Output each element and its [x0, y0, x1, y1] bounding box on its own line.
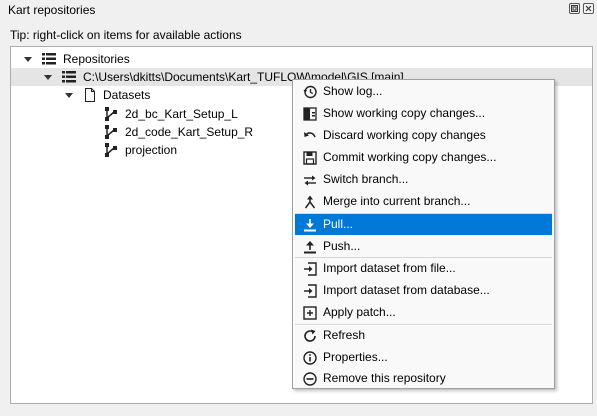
database-list-icon [62, 71, 76, 83]
menu-item-apply-patch[interactable]: Apply patch... [295, 302, 552, 323]
menu-item-label: Show working copy changes... [323, 106, 486, 120]
expand-arrow-icon[interactable] [65, 93, 73, 98]
menu-item-show-working-copy-changes[interactable]: Show working copy changes... [295, 103, 552, 124]
context-menu: Show log... Show working copy changes...… [292, 79, 555, 389]
menu-item-push[interactable]: Push... [295, 236, 552, 257]
tree-dataset-label: 2d_code_Kart_Setup_R [125, 125, 254, 139]
save-icon [303, 151, 317, 165]
import-icon [304, 262, 317, 276]
tree-dataset-label: 2d_bc_Kart_Setup_L [125, 107, 238, 121]
menu-item-switch-branch[interactable]: Switch branch... [295, 169, 552, 190]
expand-arrow-icon[interactable] [44, 75, 52, 80]
tree-dataset-item[interactable]: 2d_code_Kart_Setup_R [11, 123, 291, 141]
database-list-icon [42, 53, 56, 65]
float-icon[interactable] [569, 3, 580, 14]
document-icon [85, 88, 95, 102]
refresh-icon [304, 329, 316, 342]
merge-icon [304, 195, 316, 209]
tree-dataset-item[interactable]: 2d_bc_Kart_Setup_L [11, 105, 291, 123]
polyline-icon [105, 107, 117, 121]
tree-root-repositories[interactable]: Repositories [11, 50, 592, 68]
pull-icon [304, 219, 316, 232]
menu-item-label: Merge into current branch... [323, 194, 471, 208]
tree-datasets-row[interactable]: Datasets [11, 86, 291, 104]
history-icon [303, 85, 317, 99]
menu-item-remove-this-repository[interactable]: Remove this repository [295, 368, 552, 389]
menu-item-label: Pull... [323, 217, 354, 231]
menu-item-import-dataset-from-file[interactable]: Import dataset from file... [295, 258, 552, 279]
tree-root-label: Repositories [63, 52, 130, 66]
menu-item-label: Switch branch... [323, 172, 409, 186]
menu-item-label: Import dataset from file... [323, 261, 456, 275]
import-icon [304, 284, 317, 298]
undo-icon [304, 132, 316, 138]
expand-arrow-icon[interactable] [24, 57, 32, 62]
menu-item-label: Discard working copy changes [323, 128, 486, 142]
info-icon [303, 351, 317, 365]
menu-item-label: Show log... [323, 84, 383, 98]
menu-item-label: Apply patch... [323, 305, 396, 319]
tree-dataset-item[interactable]: projection [11, 141, 291, 159]
menu-item-show-log[interactable]: Show log... [295, 81, 552, 102]
menu-item-import-dataset-from-database[interactable]: Import dataset from database... [295, 280, 552, 301]
menu-item-merge-into-current-branch[interactable]: Merge into current branch... [295, 191, 552, 212]
menu-item-label: Remove this repository [323, 371, 446, 385]
menu-item-label: Properties... [323, 350, 388, 364]
close-icon[interactable] [583, 3, 594, 14]
tree-datasets-label: Datasets [103, 88, 151, 102]
tree-dataset-label: projection [125, 143, 178, 157]
polyline-icon [105, 125, 117, 139]
menu-item-commit-working-copy-changes[interactable]: Commit working copy changes... [295, 147, 552, 168]
polyline-icon [105, 143, 117, 157]
push-icon [304, 241, 316, 254]
tip-text: Tip: right-click on items for available … [10, 28, 242, 42]
window-title: Kart repositories [8, 3, 96, 17]
diff-icon [303, 107, 317, 121]
menu-item-pull[interactable]: Pull... [295, 214, 552, 235]
menu-item-properties[interactable]: Properties... [295, 347, 552, 368]
menu-item-label: Push... [323, 239, 361, 253]
menu-item-label: Import dataset from database... [323, 283, 490, 297]
menu-item-refresh[interactable]: Refresh [295, 325, 552, 346]
remove-icon [303, 372, 317, 386]
title-bar: Kart repositories [0, 0, 597, 20]
menu-item-label: Refresh [323, 328, 366, 342]
menu-item-label: Commit working copy changes... [323, 150, 497, 164]
menu-item-discard-working-copy-changes[interactable]: Discard working copy changes [295, 125, 552, 146]
switch-icon [304, 175, 316, 186]
patch-icon [303, 306, 317, 320]
